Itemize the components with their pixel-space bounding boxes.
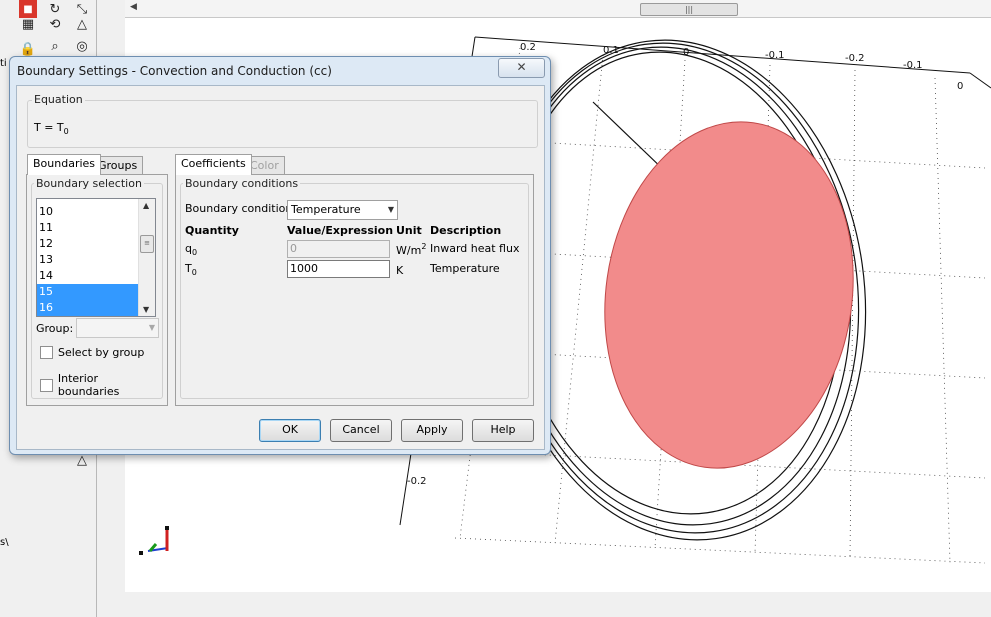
list-item-selected[interactable]: 16 <box>37 300 141 316</box>
interior-boundaries-checkbox[interactable]: Interior boundaries <box>40 372 162 398</box>
axis-tick-label: 0 <box>957 81 963 92</box>
list-item[interactable]: 10 <box>37 204 141 220</box>
heat-flux-value-field: 0 <box>287 240 390 258</box>
cancel-button[interactable]: Cancel <box>330 419 392 442</box>
boundary-selection-group: Boundary selection . 10 11 12 13 14 15 1… <box>31 177 163 399</box>
tab-coefficients[interactable]: Coefficients <box>175 154 252 175</box>
axis-tick-label: -0.1 <box>765 50 785 61</box>
surface-icon[interactable]: ◎ <box>73 37 91 55</box>
boundary-listbox[interactable]: . 10 11 12 13 14 15 16 ▲ ≡ ▼ <box>36 198 156 317</box>
description-cell: Inward heat flux <box>430 242 520 255</box>
boundary-settings-dialog: Boundary Settings - Convection and Condu… <box>9 56 551 455</box>
truncated-label: s\ <box>0 537 9 548</box>
close-button[interactable]: ✕ <box>498 58 545 78</box>
quantity-cell: q0 <box>185 242 198 257</box>
chevron-down-icon: ▼ <box>148 323 155 332</box>
triangle-icon[interactable]: △ <box>73 15 91 33</box>
list-item[interactable]: 11 <box>37 220 141 236</box>
scroll-up-icon[interactable]: ▲ <box>143 201 149 210</box>
unit-cell: W/m2 <box>396 242 427 257</box>
zoom-icon[interactable]: ⌕ <box>46 37 64 55</box>
select-by-group-checkbox[interactable]: Select by group <box>40 346 144 359</box>
axis-tick-label: -0.2 <box>407 476 427 487</box>
boundary-condition-label: Boundary condition: <box>185 202 297 215</box>
list-item-selected[interactable]: 15 <box>37 284 141 300</box>
axis-tick-label: -0.2 <box>845 53 865 64</box>
list-item[interactable]: 14 <box>37 268 141 284</box>
unit-cell: K <box>396 264 404 277</box>
horizontal-scrollbar[interactable]: ◀ ||| <box>125 0 991 18</box>
ok-button[interactable]: OK <box>259 419 321 442</box>
dialog-body: Equation T = T0 Boundaries Groups Bounda… <box>16 85 545 450</box>
boundary-condition-select[interactable]: Temperature ▼ <box>287 200 398 220</box>
column-header: Unit <box>396 224 422 237</box>
list-item[interactable]: 12 <box>37 236 141 252</box>
help-button[interactable]: Help <box>472 419 534 442</box>
temperature-value-field[interactable]: 1000 <box>287 260 390 278</box>
axis-tick-label: -0.1 <box>903 60 923 71</box>
group-combobox[interactable]: ▼ <box>76 318 159 338</box>
dialog-title: Boundary Settings - Convection and Condu… <box>17 64 332 78</box>
description-cell: Temperature <box>430 262 500 275</box>
group-field-label: Group: <box>36 322 74 335</box>
axis-tick-label: 0.2 <box>520 42 536 53</box>
boundary-conditions-group: Boundary conditions Boundary condition: … <box>180 177 529 399</box>
column-header: Quantity <box>185 224 239 237</box>
scroll-down-icon[interactable]: ▼ <box>143 305 149 314</box>
equation-group: Equation T = T0 <box>27 93 538 148</box>
axis-tick-label: 0.1 <box>603 45 619 56</box>
grid-select-icon[interactable]: ▦ <box>19 15 37 33</box>
axis-triad-icon <box>139 526 169 555</box>
quantity-cell: T0 <box>185 262 197 277</box>
equation-group-label: Equation <box>32 93 85 106</box>
list-item[interactable]: 13 <box>37 252 141 268</box>
scroll-left-icon[interactable]: ◀ <box>130 2 137 12</box>
coefficients-tab-panel: Boundary conditions Boundary condition: … <box>175 174 534 406</box>
boundary-conditions-label: Boundary conditions <box>183 177 301 190</box>
axis-tick-label: 0 <box>683 47 689 58</box>
chevron-down-icon: ▼ <box>387 205 394 214</box>
tab-boundaries[interactable]: Boundaries <box>27 154 102 175</box>
column-header: Description <box>430 224 502 237</box>
equation-text: T = T0 <box>34 121 69 136</box>
listbox-scrollbar[interactable]: ▲ ≡ ▼ <box>138 199 155 316</box>
apply-button[interactable]: Apply <box>401 419 463 442</box>
boundary-selection-label: Boundary selection <box>34 177 144 190</box>
boundaries-tab-panel: Boundary selection . 10 11 12 13 14 15 1… <box>26 174 168 406</box>
rotate-icon[interactable]: ⟲ <box>46 15 64 33</box>
scrollbar-thumb[interactable]: ≡ <box>140 235 154 253</box>
column-header: Value/Expression <box>287 224 394 237</box>
scrollbar-thumb[interactable]: ||| <box>640 3 738 16</box>
truncated-label: ti <box>0 58 7 69</box>
